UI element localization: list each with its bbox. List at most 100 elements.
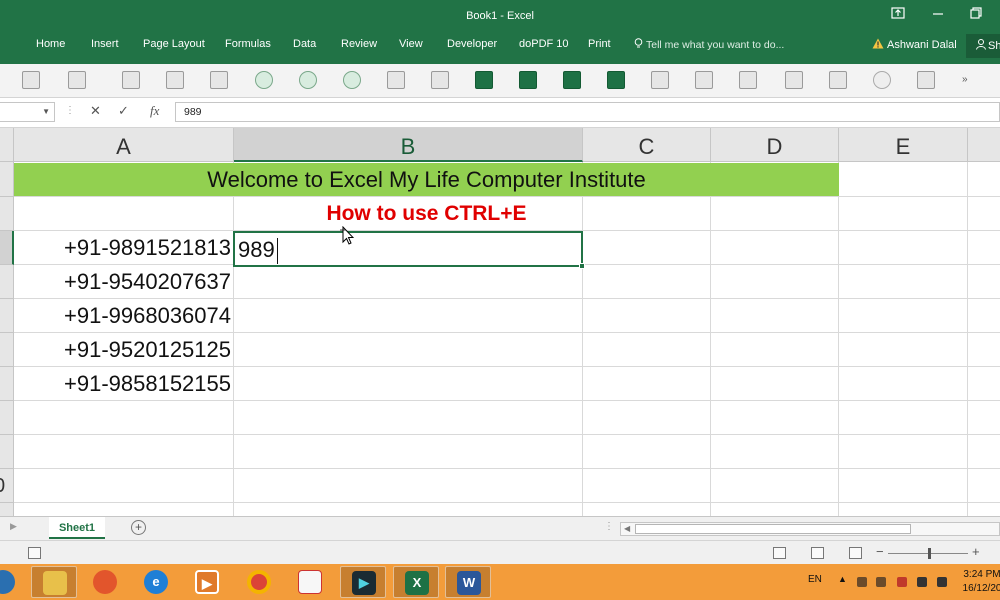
subtitle-cell[interactable]: How to use CTRL+E — [14, 197, 839, 230]
camera-icon[interactable] — [166, 71, 184, 89]
zoom-out-button[interactable]: − — [876, 544, 884, 559]
ribbon-overflow-icon[interactable]: » — [962, 74, 968, 85]
excel-export-icon[interactable] — [563, 71, 581, 89]
zoom-in-button[interactable]: + — [972, 544, 980, 559]
column-header-a[interactable]: A — [14, 128, 234, 162]
tab-data[interactable]: Data — [293, 38, 316, 50]
taskbar-excel[interactable]: X — [393, 566, 439, 598]
ribbon-command-icon[interactable] — [695, 71, 713, 89]
ribbon-command-icon[interactable] — [22, 71, 40, 89]
row-header[interactable] — [0, 435, 14, 469]
tab-split-handle[interactable]: ⋮ — [604, 521, 614, 532]
taskbar-chrome[interactable] — [236, 566, 282, 598]
add-sheet-button[interactable]: + — [131, 520, 146, 535]
share-button[interactable]: Sh — [966, 34, 1000, 58]
language-indicator[interactable]: EN — [808, 574, 822, 585]
row-header[interactable] — [0, 401, 14, 435]
excel-export-icon[interactable] — [607, 71, 625, 89]
cancel-button[interactable]: ✕ — [90, 103, 101, 119]
tell-me-search[interactable]: Tell me what you want to do... — [634, 38, 784, 51]
page-layout-view-icon[interactable] — [811, 547, 824, 559]
tab-print[interactable]: Print — [588, 38, 611, 50]
minimize-icon[interactable] — [926, 6, 950, 26]
ribbon-command-icon[interactable] — [210, 71, 228, 89]
formula-input[interactable]: 989 — [175, 102, 1000, 122]
fill-handle[interactable] — [579, 263, 585, 269]
security-tray-icon[interactable] — [897, 577, 907, 587]
clock-date[interactable]: 16/12/20 — [962, 583, 1000, 594]
taskbar-file-explorer[interactable] — [31, 566, 77, 598]
ribbon-command-icon[interactable] — [651, 71, 669, 89]
horizontal-scrollbar[interactable]: ◀ — [620, 522, 1000, 536]
tab-review[interactable]: Review — [341, 38, 377, 50]
column-header-d[interactable]: D — [711, 128, 839, 162]
taskbar-word[interactable]: W — [445, 566, 491, 598]
volume-icon[interactable] — [937, 577, 947, 587]
title-cell[interactable]: Welcome to Excel My Life Computer Instit… — [14, 163, 839, 196]
phone-cell[interactable]: +91-9540207637 — [14, 265, 231, 298]
printer-tray-icon[interactable] — [876, 577, 886, 587]
scrollbar-thumb[interactable] — [635, 524, 911, 534]
excel-export-icon[interactable] — [475, 71, 493, 89]
select-all-corner[interactable] — [0, 128, 14, 162]
ribbon-command-icon[interactable] — [68, 71, 86, 89]
row-header[interactable] — [0, 299, 14, 333]
ribbon-command-icon[interactable] — [829, 71, 847, 89]
tab-dopdf[interactable]: doPDF 10 — [519, 38, 569, 50]
shape-circle-icon[interactable] — [299, 71, 317, 89]
row-header[interactable] — [0, 231, 14, 265]
row-header[interactable] — [0, 367, 14, 401]
enter-button[interactable]: ✓ — [118, 103, 129, 119]
show-hidden-icons-icon[interactable]: ▲ — [838, 574, 847, 584]
restore-icon[interactable] — [964, 6, 988, 26]
phone-cell[interactable]: +91-9891521813 — [14, 231, 231, 264]
action-center-flag-icon[interactable] — [857, 577, 867, 587]
ribbon-command-icon[interactable] — [739, 71, 757, 89]
phone-cell[interactable]: +91-9858152155 — [14, 367, 231, 400]
column-header-f[interactable] — [968, 128, 1000, 162]
excel-export-icon[interactable] — [519, 71, 537, 89]
active-cell-b3[interactable]: 989 — [233, 231, 585, 269]
ribbon-command-icon[interactable] — [387, 71, 405, 89]
insert-function-button[interactable]: fx — [150, 103, 159, 119]
tab-view[interactable]: View — [399, 38, 423, 50]
row-header[interactable]: 0 — [0, 469, 14, 503]
column-header-e[interactable]: E — [839, 128, 968, 162]
clock-time[interactable]: 3:24 PM — [962, 569, 1000, 580]
shape-circle-icon[interactable] — [343, 71, 361, 89]
start-button[interactable] — [0, 566, 26, 598]
phone-cell[interactable]: +91-9520125125 — [14, 333, 231, 366]
name-box[interactable]: ▼ — [0, 102, 55, 122]
tab-page-layout[interactable]: Page Layout — [143, 38, 205, 50]
column-header-b[interactable]: B — [234, 128, 583, 162]
taskbar-tally-erp[interactable] — [287, 566, 333, 598]
ribbon-display-options-icon[interactable] — [886, 6, 910, 26]
row-header[interactable] — [0, 162, 14, 197]
network-icon[interactable] — [917, 577, 927, 587]
tab-insert[interactable]: Insert — [91, 38, 119, 50]
ribbon-command-icon[interactable] — [785, 71, 803, 89]
tab-home[interactable]: Home — [36, 38, 65, 50]
tab-formulas[interactable]: Formulas — [225, 38, 271, 50]
sheet-tab-sheet1[interactable]: Sheet1 — [49, 517, 105, 539]
shape-circle-icon[interactable] — [873, 71, 891, 89]
macro-recording-icon[interactable] — [28, 547, 41, 559]
row-header[interactable] — [0, 503, 14, 516]
ribbon-command-icon[interactable] — [122, 71, 140, 89]
zoom-slider-thumb[interactable] — [928, 548, 931, 559]
row-header[interactable] — [0, 197, 14, 231]
taskbar-filmora[interactable]: ▶ — [340, 566, 386, 598]
tab-developer[interactable]: Developer — [447, 38, 497, 50]
column-header-c[interactable]: C — [583, 128, 711, 162]
row-header[interactable] — [0, 333, 14, 367]
ribbon-command-icon[interactable] — [917, 71, 935, 89]
ribbon-command-icon[interactable] — [431, 71, 449, 89]
worksheet-grid[interactable]: A B C D E 0 Welcome to Excel — [0, 128, 1000, 516]
account-user[interactable]: Ashwani Dalal — [872, 38, 957, 51]
normal-view-icon[interactable] — [773, 547, 786, 559]
row-header[interactable] — [0, 265, 14, 299]
taskbar-internet-explorer[interactable]: e — [133, 566, 179, 598]
taskbar-media-player[interactable]: ▶ — [184, 566, 230, 598]
active-cell-editor[interactable]: 989 — [238, 236, 278, 265]
scroll-sheets-left-icon[interactable]: ▶ — [10, 521, 17, 532]
